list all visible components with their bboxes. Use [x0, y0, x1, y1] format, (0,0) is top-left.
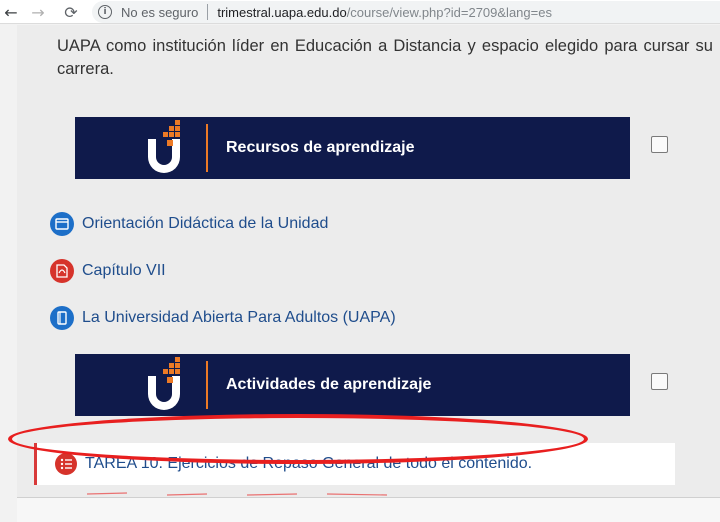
section-banner-recursos: Recursos de aprendizaje — [75, 117, 630, 179]
divider — [207, 4, 209, 20]
intro-paragraph: UAPA como institución líder en Educación… — [57, 37, 713, 78]
browser-toolbar: ← → ⟳ i No es seguro trimestral.uapa.edu… — [0, 0, 720, 24]
section-title: Recursos de aprendizaje — [226, 139, 415, 156]
uapa-logo — [145, 357, 187, 413]
resource-label: Capítulo VII — [82, 262, 166, 279]
divider — [206, 361, 208, 409]
course-content: UAPA como institución líder en Educación… — [17, 25, 720, 497]
page-footer-strip — [17, 497, 720, 522]
url-host: trimestral.uapa.edu.do — [217, 4, 347, 20]
section-completion-checkbox[interactable] — [651, 136, 668, 153]
activity-link-tarea-10[interactable]: TAREA 10. Ejercicios de Repaso General d… — [34, 443, 675, 485]
resource-link-orientacion[interactable]: Orientación Didáctica de la Unidad — [50, 212, 328, 236]
page-icon — [50, 212, 74, 236]
info-icon[interactable]: i — [98, 5, 112, 19]
arrow-left-icon: ← — [4, 2, 18, 22]
uapa-logo — [145, 120, 187, 176]
section-completion-checkbox[interactable] — [651, 373, 668, 390]
resource-link-capitulo[interactable]: Capítulo VII — [50, 259, 166, 283]
section-banner-actividades: Actividades de aprendizaje — [75, 354, 630, 416]
resource-label: La Universidad Abierta Para Adultos (UAP… — [82, 309, 396, 326]
reload-button[interactable]: ⟳ — [60, 2, 82, 22]
address-bar[interactable]: i No es seguro trimestral.uapa.edu.do/co… — [92, 1, 720, 23]
section-title: Actividades de aprendizaje — [226, 376, 432, 393]
divider — [206, 124, 208, 172]
pdf-icon — [50, 259, 74, 283]
security-status: No es seguro — [121, 4, 199, 20]
book-icon — [50, 306, 74, 330]
resource-label: Orientación Didáctica de la Unidad — [82, 215, 329, 232]
resource-link-uapa[interactable]: La Universidad Abierta Para Adultos (UAP… — [50, 306, 396, 330]
back-button[interactable]: ← — [0, 2, 22, 22]
url-path: /course/view.php?id=2709&lang=es — [346, 4, 552, 20]
activity-label: TAREA 10. Ejercicios de Repaso General d… — [85, 455, 533, 472]
forward-button[interactable]: → — [27, 2, 49, 22]
reload-icon: ⟳ — [64, 2, 78, 22]
assignment-icon — [55, 453, 77, 475]
arrow-right-icon: → — [31, 2, 45, 22]
